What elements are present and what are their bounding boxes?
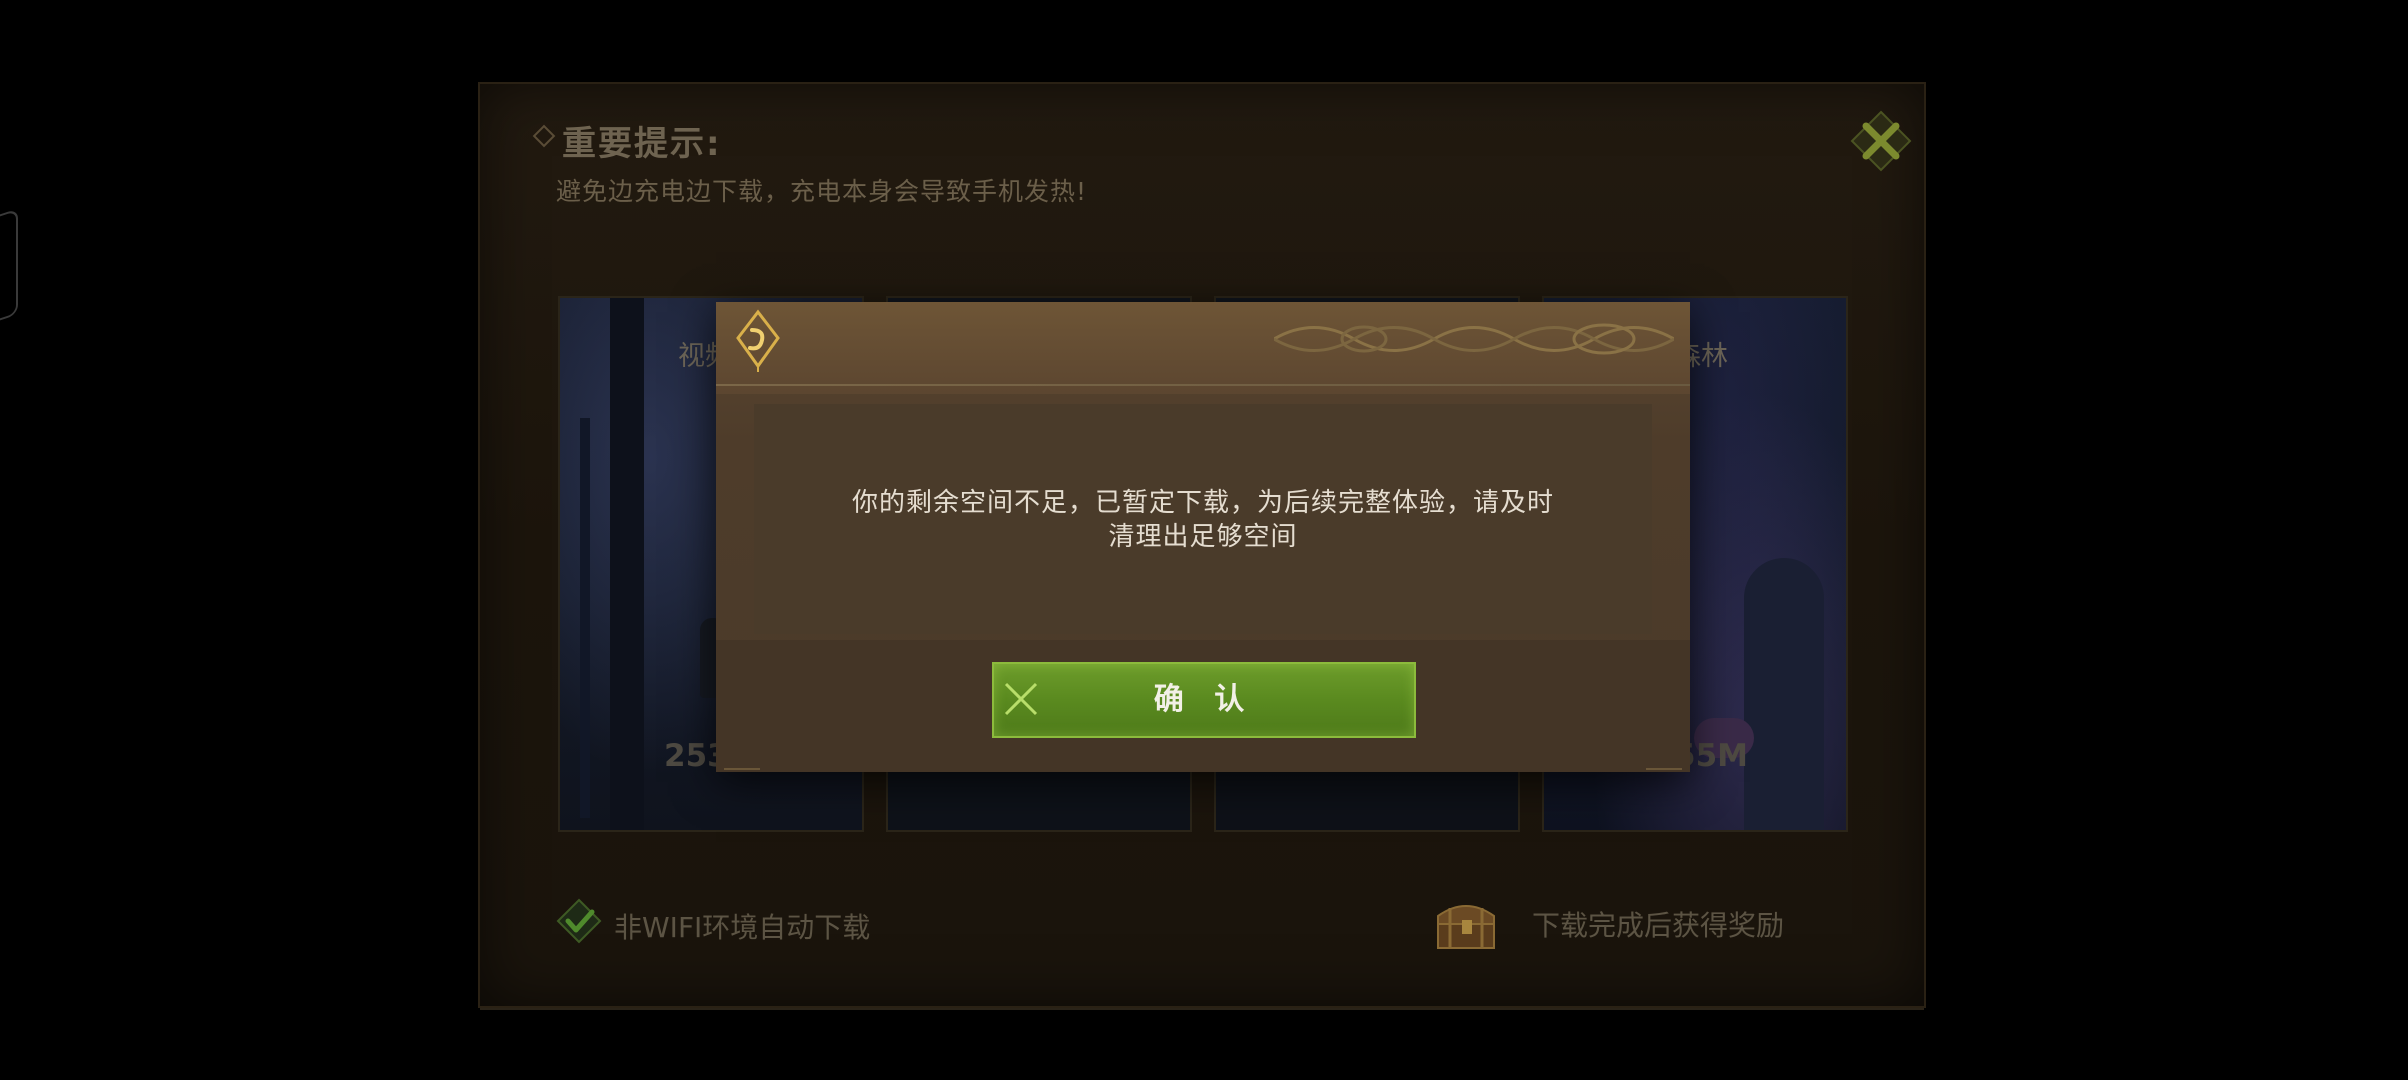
side-tab-handle[interactable] xyxy=(0,208,18,328)
message-line-2: 清理出足够空间 xyxy=(1108,522,1298,552)
corner-ornament xyxy=(724,748,760,770)
close-icon xyxy=(1850,110,1912,172)
confirm-button-label: 确 认 xyxy=(1153,682,1255,717)
confirm-button[interactable]: 确 认 xyxy=(992,662,1416,738)
storage-warning-dialog: 你的剩余空间不足，已暂定下载，为后续完整体验，请及时 清理出足够空间 确 认 xyxy=(716,302,1690,772)
treasure-chest-icon xyxy=(1437,905,1495,949)
check-icon xyxy=(556,898,602,944)
panel-subtitle: 避免边充电边下载，充电本身会导致手机发热! xyxy=(556,177,1088,206)
header-divider xyxy=(716,384,1690,386)
message-line-1: 你的剩余空间不足，已暂定下载，为后续完整体验，请及时 xyxy=(851,488,1554,518)
game-logo-icon xyxy=(736,309,780,372)
dialog-header xyxy=(716,302,1690,394)
close-button[interactable] xyxy=(1848,108,1914,174)
celtic-ornament-icon xyxy=(1274,323,1674,355)
game-screen: 重要提示: 避免边充电边下载，充电本身会导致手机发热! 视频 253 森林 55… xyxy=(0,0,2408,1080)
dialog-message: 你的剩余空间不足，已暂定下载，为后续完整体验，请及时 清理出足够空间 xyxy=(754,486,1652,554)
dialog-body: 你的剩余空间不足，已暂定下载，为后续完整体验，请及时 清理出足够空间 xyxy=(754,404,1652,634)
auto-download-label: 非WIFI环境自动下载 xyxy=(614,911,871,944)
auto-download-checkbox[interactable] xyxy=(556,898,602,944)
corner-ornament xyxy=(1646,748,1682,770)
panel-title: 重要提示: xyxy=(562,124,722,164)
reward-label: 下载完成后获得奖励 xyxy=(1532,909,1785,942)
